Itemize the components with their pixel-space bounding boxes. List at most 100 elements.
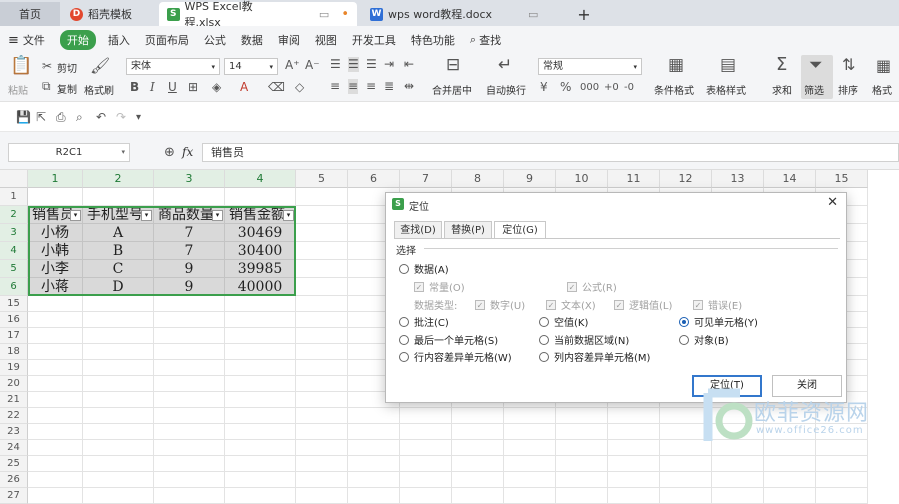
format-painter-icon[interactable]: 🖌 bbox=[90, 58, 110, 74]
grid-cell[interactable] bbox=[296, 456, 348, 472]
grid-cell[interactable] bbox=[28, 312, 83, 328]
print-icon[interactable]: ⎙ bbox=[56, 110, 66, 125]
tab-goto[interactable]: 定位(G) bbox=[494, 221, 546, 239]
option-comments[interactable]: 批注(C) bbox=[399, 314, 449, 329]
grid-cell[interactable] bbox=[28, 408, 83, 424]
monitor-icon[interactable]: ▭ bbox=[319, 8, 329, 21]
grid-cell[interactable] bbox=[556, 488, 608, 504]
grid-cell[interactable] bbox=[660, 488, 712, 504]
grid-cell[interactable] bbox=[154, 188, 225, 206]
format-painter-button[interactable]: 格式刷 bbox=[84, 82, 114, 97]
grid-cell[interactable] bbox=[225, 488, 296, 504]
grid-cell[interactable] bbox=[83, 328, 154, 344]
row-header[interactable]: 22 bbox=[0, 408, 28, 424]
menu-page-layout[interactable]: 页面布局 bbox=[145, 32, 189, 48]
grid-cell[interactable] bbox=[660, 456, 712, 472]
grid-cell[interactable] bbox=[28, 424, 83, 440]
column-header[interactable]: 15 bbox=[816, 170, 868, 188]
grid-cell[interactable] bbox=[608, 488, 660, 504]
row-header[interactable]: 23 bbox=[0, 424, 28, 440]
grid-cell[interactable] bbox=[296, 278, 348, 296]
justify-icon[interactable]: ≣ bbox=[384, 79, 394, 94]
grid-cell[interactable] bbox=[83, 424, 154, 440]
bold-icon[interactable]: B bbox=[130, 80, 139, 95]
grid-cell[interactable] bbox=[28, 296, 83, 312]
name-box[interactable]: R2C1 ▾ bbox=[8, 143, 130, 162]
menu-features[interactable]: 特色功能 bbox=[411, 32, 455, 48]
tab-find[interactable]: 查找(D) bbox=[394, 221, 442, 239]
grid-cell[interactable] bbox=[764, 488, 816, 504]
grid-cell[interactable] bbox=[764, 456, 816, 472]
grid-cell[interactable] bbox=[816, 488, 868, 504]
column-header[interactable]: 13 bbox=[712, 170, 764, 188]
grid-cell[interactable] bbox=[400, 456, 452, 472]
option-objects[interactable]: 对象(B) bbox=[679, 332, 729, 347]
sort-button[interactable]: 排序 bbox=[838, 82, 858, 97]
column-header[interactable]: 6 bbox=[348, 170, 400, 188]
option-visible-cells[interactable]: 可见单元格(Y) bbox=[679, 314, 758, 329]
row-header[interactable]: 24 bbox=[0, 440, 28, 456]
row-header[interactable]: 18 bbox=[0, 344, 28, 360]
grid-cell[interactable] bbox=[296, 224, 348, 242]
grid-cell[interactable] bbox=[660, 472, 712, 488]
conditional-format-button[interactable]: 条件格式 bbox=[654, 82, 694, 97]
grid-cell[interactable] bbox=[452, 472, 504, 488]
number-format-select[interactable]: 常规 ▾ bbox=[538, 58, 642, 75]
grid-cell[interactable] bbox=[225, 440, 296, 456]
column-header[interactable]: 9 bbox=[504, 170, 556, 188]
grid-cell[interactable] bbox=[154, 456, 225, 472]
grid-cell[interactable] bbox=[154, 488, 225, 504]
formula-input[interactable]: 销售员 bbox=[202, 143, 899, 162]
option-row-differences[interactable]: 行内容差异单元格(W) bbox=[399, 349, 512, 364]
unsaved-dot-icon[interactable]: • bbox=[341, 7, 349, 22]
grid-cell[interactable] bbox=[608, 408, 660, 424]
redo-icon[interactable]: ↷ bbox=[116, 110, 126, 125]
grid-cell[interactable] bbox=[83, 296, 154, 312]
grid-cell[interactable] bbox=[225, 376, 296, 392]
grid-cell[interactable] bbox=[348, 424, 400, 440]
column-header[interactable]: 12 bbox=[660, 170, 712, 188]
grid-cell[interactable] bbox=[28, 456, 83, 472]
grid-cell[interactable] bbox=[348, 408, 400, 424]
grid-cell[interactable] bbox=[28, 360, 83, 376]
copy-button[interactable]: 复制 bbox=[57, 81, 77, 96]
decrease-decimal-icon[interactable]: -0 bbox=[624, 80, 634, 95]
column-header[interactable]: 10 bbox=[556, 170, 608, 188]
increase-font-icon[interactable]: A⁺ bbox=[285, 58, 300, 73]
checkbox-numbers[interactable]: ✓ 数字(U) bbox=[475, 297, 525, 312]
grid-cell[interactable] bbox=[296, 344, 348, 360]
grid-cell[interactable] bbox=[154, 424, 225, 440]
grid-cell[interactable] bbox=[154, 360, 225, 376]
column-header[interactable]: 2 bbox=[83, 170, 154, 188]
grid-cell[interactable] bbox=[28, 376, 83, 392]
grid-cell[interactable] bbox=[225, 424, 296, 440]
menu-insert[interactable]: 插入 bbox=[108, 32, 130, 48]
option-last-cell[interactable]: 最后一个单元格(S) bbox=[399, 332, 498, 347]
grid-cell[interactable] bbox=[296, 360, 348, 376]
grid-cell[interactable] bbox=[712, 472, 764, 488]
grid-cell[interactable] bbox=[154, 376, 225, 392]
grid-cell[interactable] bbox=[348, 456, 400, 472]
grid-cell[interactable] bbox=[83, 472, 154, 488]
border-icon[interactable]: ⊞ bbox=[188, 80, 198, 95]
grid-cell[interactable] bbox=[452, 440, 504, 456]
option-blanks[interactable]: 空值(K) bbox=[539, 314, 588, 329]
grid-cell[interactable] bbox=[225, 312, 296, 328]
menu-data[interactable]: 数据 bbox=[241, 32, 263, 48]
search-icon[interactable]: ⌕ bbox=[470, 33, 476, 47]
column-header[interactable]: 8 bbox=[452, 170, 504, 188]
grid-cell[interactable] bbox=[154, 392, 225, 408]
grid-cell[interactable] bbox=[225, 456, 296, 472]
grid-cell[interactable] bbox=[296, 488, 348, 504]
grid-cell[interactable] bbox=[452, 488, 504, 504]
row-header[interactable]: 4 bbox=[0, 242, 28, 260]
grid-cell[interactable] bbox=[154, 296, 225, 312]
tab-docer[interactable]: D 稻壳模板 bbox=[62, 2, 157, 26]
row-header[interactable]: 15 bbox=[0, 296, 28, 312]
fill-color-icon[interactable]: ◈ bbox=[212, 80, 221, 95]
align-bottom-icon[interactable]: ☰ bbox=[366, 57, 377, 72]
menu-formula[interactable]: 公式 bbox=[204, 32, 226, 48]
column-header[interactable]: 14 bbox=[764, 170, 816, 188]
conditional-format-icon[interactable]: ▦ bbox=[668, 57, 684, 74]
table-style-button[interactable]: 表格样式 bbox=[706, 82, 746, 97]
